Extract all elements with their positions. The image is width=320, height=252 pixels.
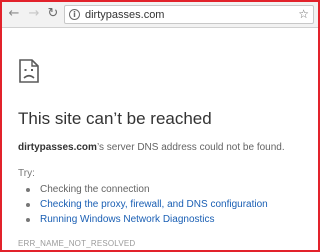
browser-toolbar: ← → ↻ i dirtypasses.com ☆ [2, 2, 318, 28]
arrow-left-icon: ← [8, 6, 20, 21]
url-text[interactable]: dirtypasses.com [85, 8, 164, 22]
suggestion-check-proxy-link[interactable]: Checking the proxy, firewall, and DNS co… [40, 199, 268, 210]
suggestion-network-diagnostics-link[interactable]: Running Windows Network Diagnostics [40, 214, 215, 225]
star-icon[interactable]: ☆ [298, 7, 309, 22]
browser-window: ← → ↻ i dirtypasses.com ☆ This site can’… [0, 0, 320, 252]
suggestion-item: Checking the proxy, firewall, and DNS co… [26, 197, 268, 212]
reload-icon: ↻ [47, 6, 59, 21]
info-icon[interactable]: i [69, 9, 80, 20]
error-page: This site can’t be reached dirtypasses.c… [2, 29, 318, 250]
sad-document-icon [19, 59, 39, 83]
try-label: Try: [18, 168, 35, 179]
page-title: This site can’t be reached [18, 109, 212, 128]
address-bar[interactable]: i dirtypasses.com ☆ [64, 5, 314, 24]
suggestion-item: Checking the connection [26, 182, 268, 197]
forward-button[interactable]: → [27, 7, 41, 21]
error-code: ERR_NAME_NOT_RESOLVED [18, 239, 136, 248]
suggestion-list: Checking the connection Checking the pro… [26, 182, 268, 227]
error-description: dirtypasses.com’s server DNS address cou… [18, 142, 285, 153]
suggestion-item: Running Windows Network Diagnostics [26, 212, 268, 227]
error-domain: dirtypasses.com [18, 142, 97, 153]
error-description-text: ’s server DNS address could not be found… [96, 142, 285, 153]
suggestion-check-connection: Checking the connection [40, 184, 150, 195]
back-button[interactable]: ← [7, 7, 21, 21]
arrow-right-icon: → [28, 6, 40, 21]
reload-button[interactable]: ↻ [46, 7, 60, 21]
